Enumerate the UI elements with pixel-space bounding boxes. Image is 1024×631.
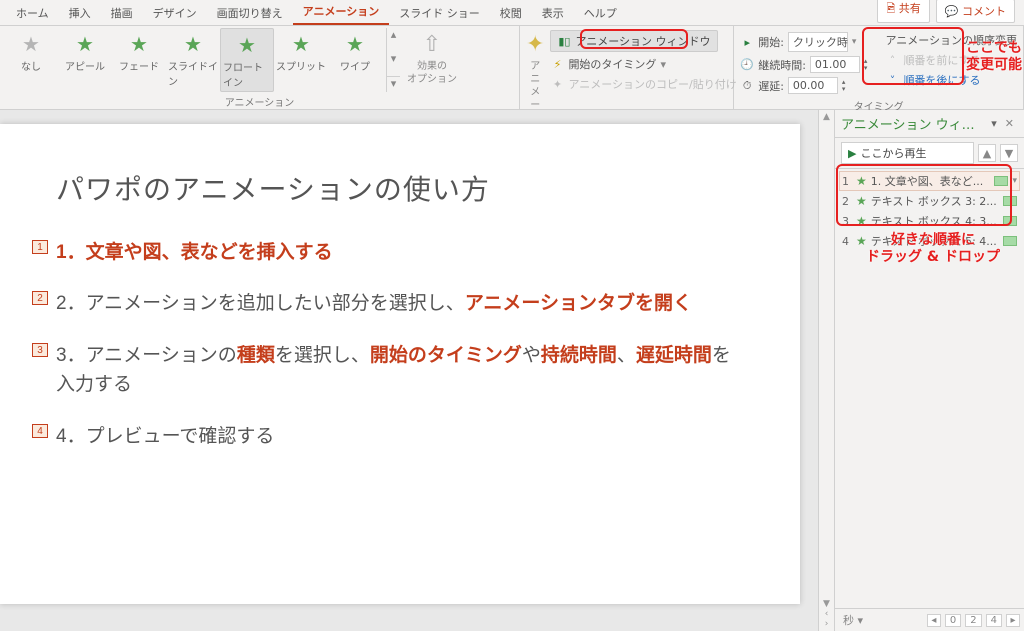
delay-row[interactable]: ⏱ 遅延: 00.00 ▴▾ bbox=[740, 77, 867, 94]
vertical-scrollbar[interactable]: ▲▼‹› bbox=[818, 110, 834, 631]
slide-title: パワポのアニメーションの使い方 bbox=[56, 168, 744, 208]
anim-list-item[interactable]: 3★テキスト ボックス 4: 3... bbox=[839, 211, 1020, 231]
slide-canvas[interactable]: パワポのアニメーションの使い方 11．文章や図、表などを挿入する 22．アニメーシ… bbox=[0, 110, 818, 631]
ribbon-tabs: ホーム挿入描画デザイン画面切り替えアニメーションスライド ショー校閲表示ヘルプ … bbox=[0, 0, 1024, 26]
anim-effect-なし[interactable]: ★なし bbox=[4, 28, 58, 75]
reorder-title: アニメーションの順序変更 bbox=[885, 32, 1017, 48]
slide-step-1[interactable]: 11．文章や図、表などを挿入する bbox=[56, 238, 744, 267]
animation-list[interactable]: 1★1. 文章や図、表など...▾2★テキスト ボックス 3: 2...3★テキ… bbox=[835, 169, 1024, 608]
trigger-button[interactable]: ⚡ 開始のタイミング▾ bbox=[550, 56, 736, 72]
ribbon: ★なし★アピール★フェード★スライドイン★フロートイン★スプリット★ワイプ ▴▾… bbox=[0, 26, 1024, 110]
move-up-button[interactable]: ▲ bbox=[978, 144, 996, 162]
slide-step-2[interactable]: 22．アニメーションを追加したい部分を選択し、アニメーションタブを開く bbox=[56, 289, 744, 318]
tab-ヘルプ[interactable]: ヘルプ bbox=[574, 0, 627, 25]
anim-tag: 4 bbox=[32, 424, 48, 438]
anim-list-item[interactable]: 4★テキスト ボックス 5: 4... bbox=[839, 231, 1020, 251]
tab-ホーム[interactable]: ホーム bbox=[6, 0, 59, 25]
anim-effect-ワイプ[interactable]: ★ワイプ bbox=[328, 28, 382, 75]
tab-アニメーション[interactable]: アニメーション bbox=[293, 0, 390, 25]
anim-effect-フェード[interactable]: ★フェード bbox=[112, 28, 166, 75]
effect-options-button: ⇧ 効果のオプション bbox=[402, 28, 462, 92]
tab-スライド ショー[interactable]: スライド ショー bbox=[389, 0, 490, 25]
start-row[interactable]: ▸ 開始: クリック時 ▾ bbox=[740, 32, 867, 52]
slide[interactable]: パワポのアニメーションの使い方 11．文章や図、表などを挿入する 22．アニメーシ… bbox=[0, 124, 800, 604]
dropdown-icon[interactable]: ▾ bbox=[987, 117, 1001, 130]
tab-校閲[interactable]: 校閲 bbox=[490, 0, 532, 25]
duration-row[interactable]: 🕘 継続時間: 01.00 ▴▾ bbox=[740, 56, 867, 73]
anim-tag: 2 bbox=[32, 291, 48, 305]
anim-tag: 3 bbox=[32, 343, 48, 357]
animation-timeline-footer: 秒 ▾ ◂ 0 2 4 ▸ bbox=[835, 608, 1024, 631]
group-label-animations: アニメーション bbox=[4, 92, 515, 110]
animation-pane-button[interactable]: ▮▯アニメーション ウィンドウ bbox=[550, 30, 717, 52]
animation-gallery[interactable]: ★なし★アピール★フェード★スライドイン★フロートイン★スプリット★ワイプ bbox=[4, 28, 382, 92]
timeline-left-icon[interactable]: ◂ bbox=[927, 614, 941, 627]
animation-pane-title: アニメーション ウィン… bbox=[841, 114, 987, 133]
gallery-scroll[interactable]: ▴▾▾ bbox=[386, 28, 400, 92]
slide-step-3[interactable]: 33．アニメーションの種類を選択し、開始のタイミングや持続時間、遅延時間を入力す… bbox=[56, 341, 744, 400]
reorder-up-button: ˄順番を前にする bbox=[885, 52, 1017, 68]
slide-step-4[interactable]: 44．プレビューで確認する bbox=[56, 422, 744, 451]
tab-画面切り替え[interactable]: 画面切り替え bbox=[207, 0, 293, 25]
timeline-right-icon[interactable]: ▸ bbox=[1006, 614, 1020, 627]
reorder-stack: アニメーションの順序変更 ˄順番を前にする ˅順番を後にする bbox=[883, 30, 1019, 90]
reorder-down-button[interactable]: ˅順番を後にする bbox=[885, 72, 1017, 88]
animation-painter-button: ✦アニメーションのコピー/貼り付け bbox=[550, 76, 736, 92]
tab-挿入[interactable]: 挿入 bbox=[59, 0, 101, 25]
anim-list-item[interactable]: 1★1. 文章や図、表など...▾ bbox=[839, 171, 1020, 191]
anim-tag: 1 bbox=[32, 240, 48, 254]
move-down-button[interactable]: ▼ bbox=[1000, 144, 1018, 162]
play-from-button[interactable]: ▶ここから再生 bbox=[841, 142, 974, 164]
anim-effect-スプリット[interactable]: ★スプリット bbox=[274, 28, 328, 75]
tab-描画[interactable]: 描画 bbox=[101, 0, 143, 25]
tab-表示[interactable]: 表示 bbox=[532, 0, 574, 25]
close-icon[interactable]: ✕ bbox=[1001, 117, 1018, 130]
anim-effect-アピール[interactable]: ★アピール bbox=[58, 28, 112, 75]
animation-pane: アニメーション ウィン… ▾ ✕ ▶ここから再生 ▲ ▼ 1★1. 文章や図、表… bbox=[834, 110, 1024, 631]
anim-effect-スライドイン[interactable]: ★スライドイン bbox=[166, 28, 220, 90]
anim-list-item[interactable]: 2★テキスト ボックス 3: 2... bbox=[839, 191, 1020, 211]
tab-デザイン[interactable]: デザイン bbox=[143, 0, 207, 25]
comment-button[interactable]: 💬 コメント bbox=[936, 0, 1015, 23]
share-button[interactable]: 🖻 共有 bbox=[877, 0, 929, 23]
anim-effect-フロートイン[interactable]: ★フロートイン bbox=[220, 28, 274, 92]
